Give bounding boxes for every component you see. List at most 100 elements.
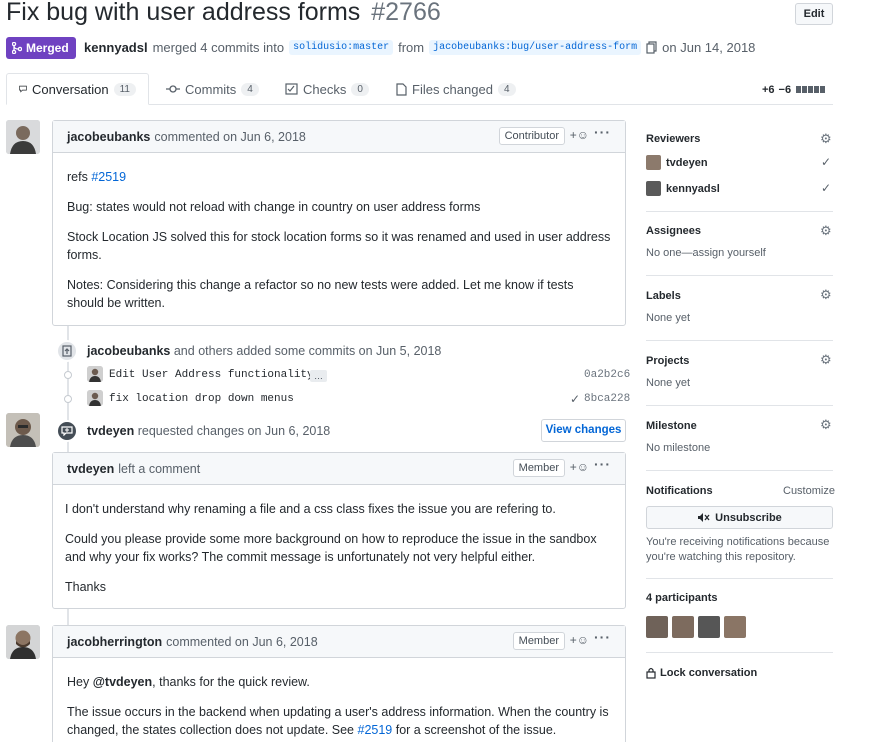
comment-meta: commented on Jun 6, 2018 <box>166 634 318 649</box>
projects-heading: Projects <box>646 355 690 367</box>
avatar[interactable] <box>87 390 103 406</box>
comment-paragraph: Thanks <box>65 580 106 594</box>
add-reaction-icon[interactable]: +☺ <box>570 460 589 474</box>
avatar[interactable] <box>646 616 668 638</box>
avatar[interactable] <box>724 616 746 638</box>
comment-header: jacobeubanks commented on Jun 6, 2018 Co… <box>53 121 625 153</box>
issue-link[interactable]: #2519 <box>358 723 393 737</box>
assignees-value[interactable]: No one—assign yourself <box>646 247 766 259</box>
copy-icon[interactable] <box>646 41 657 54</box>
merge-date: on Jun 14, 2018 <box>662 40 756 55</box>
avatar[interactable] <box>672 616 694 638</box>
comment-author[interactable]: jacobherrington <box>67 635 162 649</box>
mute-icon <box>698 513 710 522</box>
author-role-badge: Member <box>512 632 565 650</box>
status-label: Merged <box>26 41 69 55</box>
comment-author[interactable]: jacobeubanks <box>67 130 150 144</box>
merge-meta: kennyadsl merged 4 commits into solidusi… <box>84 40 755 55</box>
tab-counter: 0 <box>351 82 369 96</box>
event-author[interactable]: jacobeubanks <box>87 344 170 358</box>
more-options-icon[interactable]: ··· <box>594 456 611 472</box>
comment-paragraph: Notes: Considering this change a refacto… <box>67 278 574 310</box>
comment-meta: left a comment <box>118 461 201 476</box>
comment-jacobherrington: jacobherrington commented on Jun 6, 2018… <box>52 625 626 742</box>
more-options-icon[interactable]: ··· <box>594 124 611 140</box>
author-role-badge: Member <box>512 459 565 477</box>
event-author[interactable]: tvdeyen <box>87 424 134 438</box>
commit-icon <box>166 85 180 93</box>
lock-conversation-link[interactable]: Lock conversation <box>646 667 757 679</box>
tab-label: Files changed <box>412 81 493 97</box>
merger-link[interactable]: kennyadsl <box>84 40 148 55</box>
customize-link[interactable]: Customize <box>783 485 835 497</box>
gear-icon[interactable]: ⚙ <box>820 223 832 239</box>
assignees-heading: Assignees <box>646 225 702 237</box>
commit-dot <box>64 371 72 379</box>
tab-checks[interactable]: Checks 0 <box>285 73 369 105</box>
comment-paragraph: Could you please provide some more backg… <box>65 532 597 564</box>
participant-avatars <box>646 616 746 638</box>
tab-commits[interactable]: Commits 4 <box>166 73 259 105</box>
divider <box>646 275 833 276</box>
unsubscribe-button[interactable]: Unsubscribe <box>646 506 833 529</box>
user-mention[interactable]: @tvdeyen <box>93 675 152 689</box>
check-icon[interactable]: ✓ <box>570 392 580 406</box>
unsubscribe-label: Unsubscribe <box>715 511 782 524</box>
tab-label: Checks <box>303 81 347 97</box>
add-reaction-icon[interactable]: +☺ <box>570 128 589 142</box>
commit-message[interactable]: fix location drop down menus <box>109 393 294 405</box>
text: for a screenshot of the issue. <box>395 723 557 737</box>
notifications-reason: You're receiving notifications because y… <box>646 536 830 563</box>
commit-sha[interactable]: 0a2b2c6 <box>584 369 630 381</box>
issue-link[interactable]: #2519 <box>91 170 126 184</box>
comment-author[interactable]: tvdeyen <box>67 462 114 476</box>
comment-paragraph: I don't understand why renaming a file a… <box>65 502 556 516</box>
divider <box>646 578 833 579</box>
comment-paragraph: Bug: states would not reload with change… <box>67 200 481 214</box>
refs-text: refs <box>67 170 88 184</box>
add-reaction-icon[interactable]: +☺ <box>570 633 589 647</box>
tab-files-changed[interactable]: Files changed 4 <box>396 73 516 105</box>
merged-badge: Merged <box>6 37 76 59</box>
avatar[interactable] <box>698 616 720 638</box>
divider <box>646 470 833 471</box>
lock-label: Lock conversation <box>660 667 758 679</box>
deletions-count: −6 <box>778 84 792 96</box>
comment-header: jacobherrington commented on Jun 6, 2018… <box>53 626 625 658</box>
commit-sha[interactable]: 8bca228 <box>584 393 630 405</box>
comment-body: I don't understand why renaming a file a… <box>53 485 625 596</box>
more-options-icon[interactable]: ··· <box>594 629 611 645</box>
milestone-value: No milestone <box>646 442 711 454</box>
commit-message[interactable]: Edit User Address functionality <box>109 369 314 381</box>
gear-icon[interactable]: ⚙ <box>820 131 832 147</box>
edit-button[interactable]: Edit <box>795 3 833 25</box>
gear-icon[interactable]: ⚙ <box>820 417 832 433</box>
avatar[interactable] <box>6 625 40 659</box>
additions-count: +6 <box>762 84 775 96</box>
divider <box>646 405 833 406</box>
comment-paragraph: Stock Location JS solved this for stock … <box>67 230 611 262</box>
pr-tabs: Conversation 11 Commits 4 Checks 0 Files… <box>6 73 833 105</box>
gear-icon[interactable]: ⚙ <box>820 352 832 368</box>
reviewer-name[interactable]: tvdeyen <box>666 157 708 169</box>
avatar[interactable] <box>87 366 103 382</box>
view-changes-button[interactable]: View changes <box>541 419 626 442</box>
labels-value: None yet <box>646 312 691 324</box>
commits-event-text: jacobeubanks and others added some commi… <box>87 344 441 358</box>
reviewer-tvdeyen[interactable]: tvdeyen <box>646 155 708 170</box>
head-branch[interactable]: jacobeubanks:bug/user-address-form <box>429 40 642 55</box>
checklist-icon <box>285 83 298 95</box>
avatar <box>646 181 661 196</box>
tab-counter: 4 <box>241 82 259 96</box>
tab-conversation[interactable]: Conversation 11 <box>6 73 149 105</box>
reviewer-kennyadsl[interactable]: kennyadsl <box>646 181 720 196</box>
tab-counter: 4 <box>497 82 516 96</box>
avatar[interactable] <box>6 413 40 447</box>
comment-paragraph: The issue occurs in the backend when upd… <box>67 703 611 739</box>
commit-dot <box>64 395 72 403</box>
avatar[interactable] <box>6 120 40 154</box>
reviewer-name[interactable]: kennyadsl <box>666 183 720 195</box>
expand-commit-button[interactable]: … <box>310 370 327 382</box>
gear-icon[interactable]: ⚙ <box>820 287 832 303</box>
base-branch[interactable]: solidusio:master <box>289 40 394 55</box>
